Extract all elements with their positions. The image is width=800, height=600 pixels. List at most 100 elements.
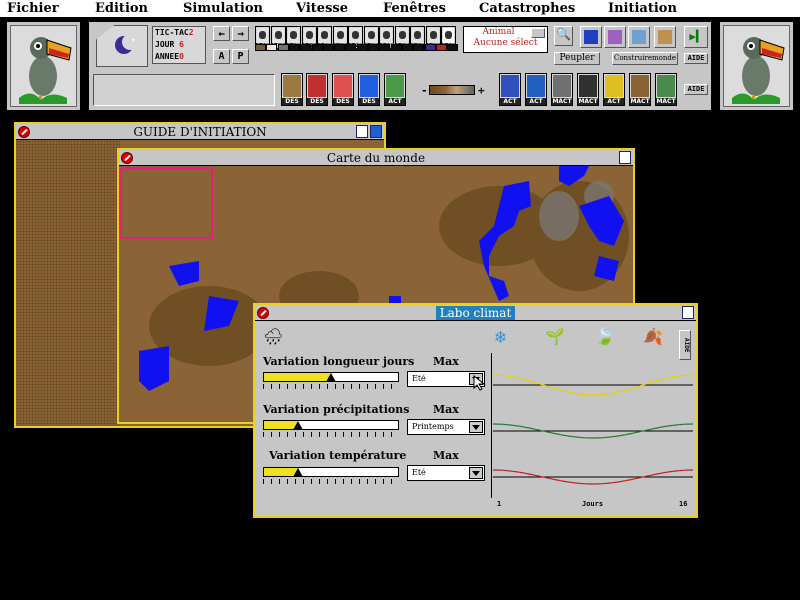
palette-swatch[interactable] [266,44,278,51]
labo-title-wrap: Labo climat [255,305,696,321]
palette-swatch[interactable] [345,44,357,51]
slider-ticks [263,479,399,484]
temperature-slider[interactable] [263,467,399,477]
radiation-tool[interactable]: ACT [603,73,625,106]
des-label: DES [307,98,327,105]
toucan-icon [723,25,790,107]
rock-tool[interactable]: MACT [551,73,573,106]
menu-vitesse[interactable]: Vitesse [296,0,348,17]
page-icon[interactable] [619,151,631,164]
climate-icon[interactable] [628,26,650,48]
slider-fill [264,373,331,381]
horse-icon [319,28,330,43]
palette-swatch[interactable] [379,44,391,51]
peupler-button[interactable]: Peupler [554,52,600,65]
precipitation-season-select[interactable]: Printemps [407,419,485,435]
dog-icon [365,28,377,43]
guide-titlebar[interactable]: GUIDE D'INITIATION [16,124,384,140]
chevron-down-icon[interactable] [469,421,483,433]
palette-swatch[interactable] [255,44,266,51]
chevron-down-icon[interactable] [531,28,545,38]
green-leaf-icon: 🍃 [595,327,615,346]
maximize-icon[interactable] [370,125,382,138]
plant-icon [427,28,439,43]
palette-swatch[interactable] [356,44,368,51]
page-icon[interactable] [682,306,694,319]
palette-swatch[interactable] [334,44,346,51]
rain-cloud-icon: 🌧 [263,327,284,346]
aide-button-top[interactable]: AIDE [684,53,708,64]
a-button[interactable]: A [213,49,230,64]
animal-selector[interactable]: Animal Aucune sélect [463,26,548,53]
play-pause-button[interactable]: ▶▍ [684,26,708,48]
menu-edition[interactable]: Edition [95,0,148,17]
act-label: ACT [500,98,520,105]
cat-icon [334,28,346,43]
toucan-icon [10,25,77,107]
p-button[interactable]: P [232,49,249,64]
construire-monde-button[interactable]: Construiremonde [612,52,678,65]
map-titlebar[interactable]: Carte du monde [119,150,633,166]
animal-edit-icon[interactable] [604,26,626,48]
slider-thumb[interactable] [292,421,303,430]
act-label: MACT [656,98,676,105]
labo-titlebar[interactable]: Labo climat [255,305,696,321]
palette-swatch[interactable] [447,44,459,51]
slider-thumb[interactable] [326,373,336,382]
aide-button-bottom[interactable]: AIDE [684,84,708,95]
plus-label: + [478,84,485,97]
arrow-left-button[interactable]: ← [213,26,230,41]
arrow-right-button[interactable]: → [232,26,249,41]
terrain-tool[interactable]: ACT [384,73,406,106]
h2o-icon [527,75,545,97]
insect-tool[interactable]: DES [306,73,328,106]
rock-icon [553,75,571,97]
plant-tool[interactable]: DES [281,73,303,106]
thermometer-tool[interactable]: DES [332,73,354,106]
row-label: Variation longueur jours [263,355,415,368]
menu-catastrophes[interactable]: Catastrophes [479,0,575,17]
menu-initiation[interactable]: Initiation [608,0,677,17]
road-tool[interactable]: MACT [655,73,677,106]
max-label: Max [433,355,459,368]
menu-fichier[interactable]: Fichier [7,0,59,17]
act-label: MACT [552,98,572,105]
world-map-icon[interactable] [580,26,602,48]
palette-swatch[interactable] [300,44,312,51]
notebook-icon[interactable] [654,26,676,48]
temperature-season-select[interactable]: Eté [407,465,485,481]
terrain-height-slider[interactable] [429,85,475,95]
palette-swatch[interactable] [413,44,425,51]
precipitation-slider[interactable] [263,420,399,430]
palette-swatch[interactable] [390,44,402,51]
water-drop-tool[interactable]: DES [358,73,380,106]
menu-fenetres[interactable]: Fenêtres [383,0,446,17]
palette-swatch[interactable] [277,44,289,51]
graph-x-start: 1 [497,500,502,508]
palette-swatch[interactable] [401,44,413,51]
menu-simulation[interactable]: Simulation [183,0,263,17]
palette-swatch[interactable] [288,44,300,51]
dna-tool[interactable]: ACT [499,73,521,106]
fence-tool[interactable]: MACT [629,73,651,106]
page-icon[interactable] [356,125,368,138]
palette-swatch[interactable] [368,44,379,51]
palette-swatch[interactable] [435,44,447,51]
h2o-tool[interactable]: ACT [525,73,547,106]
graph-x-end: 16 [679,500,688,508]
annee-label: ANNEE [155,52,180,61]
des-label: DES [359,98,379,105]
minus-label: - [421,84,428,97]
chevron-down-icon[interactable] [469,467,483,479]
slider-thumb[interactable] [292,468,303,477]
palette-swatch[interactable] [322,44,334,51]
skull-tool[interactable]: MACT [577,73,599,106]
search-icon[interactable]: 🔍 [554,26,573,46]
message-display [93,74,275,106]
graph-x-mid: Jours [582,500,604,508]
palette-swatch[interactable] [424,44,436,51]
bee-icon [381,28,392,43]
palette-swatch[interactable] [311,44,323,51]
toucan-right-frame [719,21,794,111]
slider-ticks [263,384,399,389]
